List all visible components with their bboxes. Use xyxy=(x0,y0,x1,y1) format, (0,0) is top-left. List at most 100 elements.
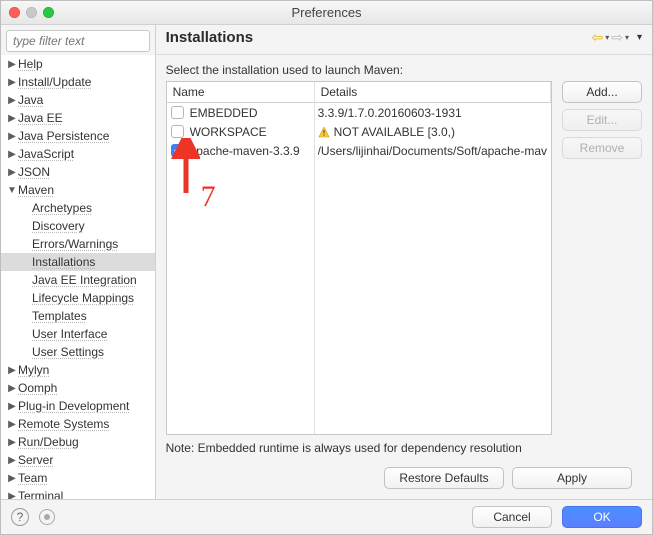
chevron-right-icon[interactable]: ▶ xyxy=(7,455,17,466)
chevron-right-icon[interactable]: ▶ xyxy=(7,437,17,448)
installations-table[interactable]: Name Details EMBEDDED3.3.9/1.7.0.2016060… xyxy=(166,81,552,435)
column-divider[interactable] xyxy=(314,100,315,434)
tree-item-label: Remote Systems xyxy=(17,417,109,431)
checkbox[interactable]: ✓ xyxy=(171,144,184,157)
preferences-window: Preferences ▶Help▶Install/Update▶Java▶Ja… xyxy=(0,0,653,535)
tree-item-label: Installations xyxy=(31,255,95,269)
tree-item-label: Lifecycle Mappings xyxy=(31,291,134,305)
cell-name: WORKSPACE xyxy=(190,125,318,139)
nav-icons: ⇦▾ ⇨▾ ▾ xyxy=(591,29,642,46)
ok-button[interactable]: OK xyxy=(562,506,642,528)
table-row[interactable]: ✓apache-maven-3.3.9/Users/lijinhai/Docum… xyxy=(167,141,551,160)
tree-item[interactable]: Discovery xyxy=(1,217,155,235)
tree-item[interactable]: ▶Oomph xyxy=(1,379,155,397)
content-body: Select the installation used to launch M… xyxy=(156,54,652,499)
tree-item[interactable]: ▶JSON xyxy=(1,163,155,181)
add-button[interactable]: Add... xyxy=(562,81,642,103)
tree-item-label: Install/Update xyxy=(17,75,91,89)
tree-item[interactable]: ▶Mylyn xyxy=(1,361,155,379)
cell-details: /Users/lijinhai/Documents/Soft/apache-ma… xyxy=(318,144,547,158)
nav-back-button[interactable]: ⇦▾ xyxy=(591,29,609,46)
tree-item[interactable]: ▶Java EE xyxy=(1,109,155,127)
tree-item[interactable]: ▶Run/Debug xyxy=(1,433,155,451)
column-name[interactable]: Name xyxy=(167,82,315,102)
preferences-tree[interactable]: ▶Help▶Install/Update▶Java▶Java EE▶Java P… xyxy=(1,55,155,499)
tree-item[interactable]: ▶Help xyxy=(1,55,155,73)
tree-item-label: Run/Debug xyxy=(17,435,79,449)
tree-item-label: JSON xyxy=(17,165,50,179)
tree-item-label: Archetypes xyxy=(31,201,92,215)
tree-item[interactable]: Archetypes xyxy=(1,199,155,217)
chevron-down-icon[interactable]: ▼ xyxy=(7,185,17,196)
tree-item[interactable]: Errors/Warnings xyxy=(1,235,155,253)
chevron-right-icon[interactable]: ▶ xyxy=(7,113,17,124)
progress-icon[interactable] xyxy=(39,509,55,525)
apply-button[interactable]: Apply xyxy=(512,467,632,489)
checkbox[interactable] xyxy=(171,125,184,138)
tree-item[interactable]: ▶Plug-in Development xyxy=(1,397,155,415)
tree-item[interactable]: User Settings xyxy=(1,343,155,361)
column-details[interactable]: Details xyxy=(315,82,551,102)
view-menu-icon[interactable]: ▾ xyxy=(637,32,642,43)
chevron-right-icon[interactable]: ▶ xyxy=(7,59,17,70)
chevron-right-icon[interactable]: ▶ xyxy=(7,149,17,160)
tree-item[interactable]: ▶Java Persistence xyxy=(1,127,155,145)
chevron-right-icon[interactable]: ▶ xyxy=(7,365,17,376)
table-body: EMBEDDED3.3.9/1.7.0.20160603-1931WORKSPA… xyxy=(167,103,551,434)
tree-item[interactable]: Lifecycle Mappings xyxy=(1,289,155,307)
tree-item[interactable]: ▶Team xyxy=(1,469,155,487)
chevron-right-icon[interactable]: ▶ xyxy=(7,95,17,106)
filter-input[interactable] xyxy=(6,30,150,52)
chevron-right-icon[interactable]: ▶ xyxy=(7,401,17,412)
tree-item-label: Oomph xyxy=(17,381,57,395)
note-label: Note: Embedded runtime is always used fo… xyxy=(166,441,642,455)
tree-item-label: Templates xyxy=(31,309,87,323)
chevron-right-icon[interactable]: ▶ xyxy=(7,491,17,500)
table-row[interactable]: WORKSPACENOT AVAILABLE [3.0,) xyxy=(167,122,551,141)
chevron-right-icon[interactable]: ▶ xyxy=(7,167,17,178)
dropdown-icon: ▾ xyxy=(625,33,629,42)
tree-item-label: Java EE Integration xyxy=(31,273,137,287)
chevron-right-icon[interactable]: ▶ xyxy=(7,419,17,430)
page-title: Installations xyxy=(166,29,254,46)
cell-name: EMBEDDED xyxy=(190,106,318,120)
restore-defaults-button[interactable]: Restore Defaults xyxy=(384,467,504,489)
tree-item[interactable]: User Interface xyxy=(1,325,155,343)
arrow-right-icon: ⇨ xyxy=(611,29,623,46)
dialog-footer: ? Cancel OK xyxy=(1,499,652,534)
description-label: Select the installation used to launch M… xyxy=(166,63,642,77)
tree-item[interactable]: Installations xyxy=(1,253,155,271)
tree-item-label: Mylyn xyxy=(17,363,49,377)
tree-item[interactable]: ▶Install/Update xyxy=(1,73,155,91)
tree-item[interactable]: ▶JavaScript xyxy=(1,145,155,163)
cell-details: NOT AVAILABLE [3.0,) xyxy=(318,125,547,139)
footer-right-buttons: Cancel OK xyxy=(472,506,642,528)
tree-item[interactable]: ▶Server xyxy=(1,451,155,469)
tree-item[interactable]: ▼Maven xyxy=(1,181,155,199)
content-footer: Restore Defaults Apply xyxy=(166,463,642,499)
table-area: Name Details EMBEDDED3.3.9/1.7.0.2016060… xyxy=(166,81,642,435)
edit-button: Edit... xyxy=(562,109,642,131)
chevron-right-icon[interactable]: ▶ xyxy=(7,77,17,88)
tree-item[interactable]: Java EE Integration xyxy=(1,271,155,289)
chevron-right-icon[interactable]: ▶ xyxy=(7,131,17,142)
tree-item-label: Terminal xyxy=(17,489,63,499)
cancel-button[interactable]: Cancel xyxy=(472,506,552,528)
tree-item-label: Team xyxy=(17,471,47,485)
chevron-right-icon[interactable]: ▶ xyxy=(7,473,17,484)
tree-item[interactable]: Templates xyxy=(1,307,155,325)
titlebar: Preferences xyxy=(1,1,652,25)
dropdown-icon: ▾ xyxy=(605,33,609,42)
chevron-right-icon[interactable]: ▶ xyxy=(7,383,17,394)
tree-item[interactable]: ▶Remote Systems xyxy=(1,415,155,433)
help-icon[interactable]: ? xyxy=(11,508,29,526)
checkbox[interactable] xyxy=(171,106,184,119)
tree-item-label: Errors/Warnings xyxy=(31,237,118,251)
table-header: Name Details xyxy=(167,82,551,103)
tree-item-label: Discovery xyxy=(31,219,85,233)
tree-item[interactable]: ▶Java xyxy=(1,91,155,109)
window-title: Preferences xyxy=(1,5,652,20)
table-row[interactable]: EMBEDDED3.3.9/1.7.0.20160603-1931 xyxy=(167,103,551,122)
tree-item-label: Plug-in Development xyxy=(17,399,129,413)
tree-item[interactable]: ▶Terminal xyxy=(1,487,155,499)
